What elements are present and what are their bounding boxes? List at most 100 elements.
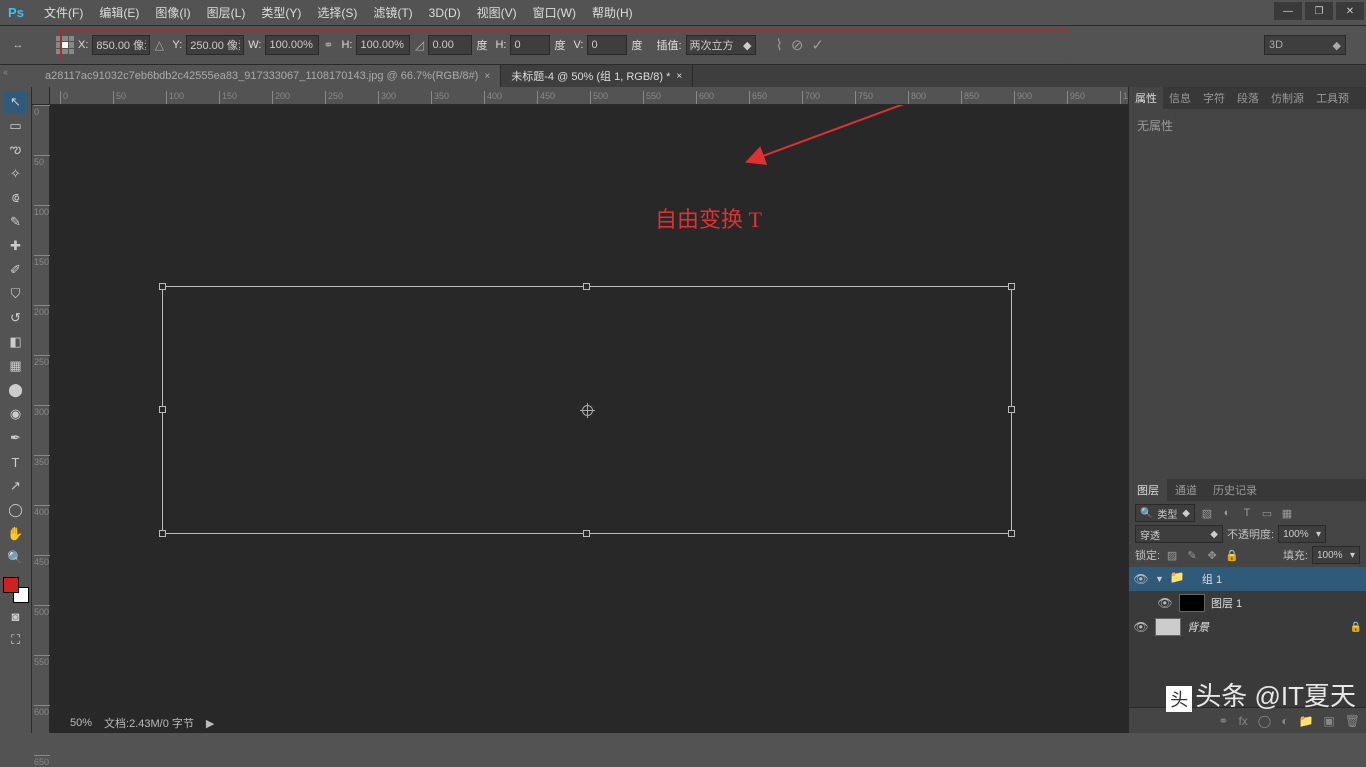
props-tab-paragraph[interactable]: 段落 — [1231, 87, 1265, 109]
filter-smart-icon[interactable]: ▦ — [1279, 505, 1295, 521]
stamp-tool-icon[interactable]: ⛉ — [4, 283, 28, 305]
layers-tab-layers[interactable]: 图层 — [1129, 479, 1167, 501]
menu-edit[interactable]: 编辑(E) — [91, 0, 147, 25]
filter-shape-icon[interactable]: ▭ — [1259, 505, 1275, 521]
brush-tool-icon[interactable]: ✐ — [4, 259, 28, 281]
foreground-color[interactable] — [3, 577, 19, 593]
link-layers-icon[interactable]: ⚭ — [1218, 714, 1228, 728]
toolbar-collapse[interactable]: « — [0, 65, 11, 78]
menu-3d[interactable]: 3D(D) — [421, 2, 469, 24]
h-input[interactable] — [356, 35, 410, 55]
filter-type-icon[interactable]: T — [1239, 505, 1255, 521]
screen-mode-icon[interactable]: ⛶ — [4, 629, 28, 651]
eyedropper-tool-icon[interactable]: ✎ — [4, 211, 28, 233]
doc-tab-1[interactable]: 未标题-4 @ 50% (组 1, RGB/8) *× — [501, 65, 693, 87]
interp-select[interactable]: 两次立方◆ — [686, 35, 756, 55]
minimize-button[interactable]: — — [1274, 2, 1302, 20]
layers-tab-history[interactable]: 历史记录 — [1205, 479, 1265, 501]
transform-handle-tr[interactable] — [1008, 283, 1015, 290]
opacity-input[interactable]: 100%▾ — [1278, 525, 1326, 543]
transform-handle-tm[interactable] — [583, 283, 590, 290]
y-input[interactable] — [186, 35, 244, 55]
path-select-tool-icon[interactable]: ↗ — [4, 475, 28, 497]
layer-thumbnail[interactable] — [1155, 618, 1181, 636]
transform-handle-mr[interactable] — [1008, 406, 1015, 413]
marquee-tool-icon[interactable]: ▭ — [4, 115, 28, 137]
menu-file[interactable]: 文件(F) — [36, 0, 91, 25]
w-input[interactable] — [265, 35, 319, 55]
link-icon[interactable]: ⚭ — [319, 36, 337, 54]
menu-select[interactable]: 选择(S) — [309, 0, 365, 25]
gradient-tool-icon[interactable]: ▦ — [4, 355, 28, 377]
close-icon[interactable]: × — [484, 71, 490, 82]
menu-view[interactable]: 视图(V) — [469, 0, 525, 25]
close-icon[interactable]: × — [676, 71, 682, 82]
move-tool-icon[interactable]: ↖ — [4, 91, 28, 113]
new-layer-icon[interactable]: ▣ — [1323, 714, 1334, 728]
commit-transform-icon[interactable]: ✓ — [811, 36, 824, 54]
menu-help[interactable]: 帮助(H) — [584, 0, 641, 25]
expand-icon[interactable]: ▼ — [1155, 574, 1164, 584]
fx-icon[interactable]: fx — [1238, 714, 1247, 728]
eraser-tool-icon[interactable]: ◧ — [4, 331, 28, 353]
props-tab-preset[interactable]: 工具预 — [1310, 87, 1355, 109]
reference-point-grid[interactable] — [56, 36, 74, 54]
status-arrow-icon[interactable]: ▶ — [206, 717, 214, 730]
props-tab-clone[interactable]: 仿制源 — [1265, 87, 1310, 109]
type-tool-icon[interactable]: T — [4, 451, 28, 473]
doc-tab-0[interactable]: a28117ac91032c7eb6bdb2c42555ea83_9173330… — [35, 65, 501, 87]
props-tab-properties[interactable]: 属性 — [1129, 87, 1163, 109]
fill-input[interactable]: 100%▾ — [1312, 546, 1360, 564]
layer-1[interactable]: 👁 图层 1 — [1129, 591, 1366, 615]
filter-pixel-icon[interactable]: ▧ — [1199, 505, 1215, 521]
color-swatches[interactable] — [3, 577, 29, 603]
crop-tool-icon[interactable]: ⟃ — [4, 187, 28, 209]
vertical-ruler[interactable]: 050100150200250300350400450500550600650 — [32, 105, 50, 733]
new-group-icon[interactable]: 📁 — [1298, 714, 1313, 728]
menu-layer[interactable]: 图层(L) — [199, 0, 254, 25]
layer-filter-kind[interactable]: 🔍 类型 ◆ — [1135, 504, 1195, 522]
lock-pixels-icon[interactable]: ✎ — [1184, 547, 1200, 563]
close-button[interactable]: ✕ — [1336, 2, 1364, 20]
filter-adjust-icon[interactable]: ◐ — [1219, 505, 1235, 521]
zoom-level[interactable]: 50% — [70, 717, 92, 729]
transform-handle-ml[interactable] — [159, 406, 166, 413]
menu-image[interactable]: 图像(I) — [147, 0, 198, 25]
lock-icon[interactable]: 🔒 — [1350, 622, 1362, 633]
delta-icon[interactable]: △ — [150, 36, 168, 54]
canvas[interactable]: 自由变换 T — [50, 105, 1128, 733]
transform-handle-bm[interactable] — [583, 530, 590, 537]
lock-position-icon[interactable]: ✥ — [1204, 547, 1220, 563]
shape-tool-icon[interactable]: ◯ — [4, 499, 28, 521]
visibility-icon[interactable]: 👁 — [1133, 620, 1149, 634]
warp-icon[interactable]: ⌇ — [776, 36, 783, 54]
history-brush-tool-icon[interactable]: ↺ — [4, 307, 28, 329]
visibility-icon[interactable]: 👁 — [1157, 596, 1173, 610]
mask-icon[interactable]: ◯ — [1258, 714, 1271, 728]
layer-background[interactable]: 👁 背景 🔒 — [1129, 615, 1366, 639]
props-tab-info[interactable]: 信息 — [1163, 87, 1197, 109]
hand-tool-icon[interactable]: ✋ — [4, 523, 28, 545]
zoom-tool-icon[interactable]: 🔍 — [4, 547, 28, 569]
lock-transparent-icon[interactable]: ▨ — [1164, 547, 1180, 563]
menu-type[interactable]: 类型(Y) — [253, 0, 309, 25]
layer-thumbnail[interactable] — [1179, 594, 1205, 612]
doc-info[interactable]: 文档:2.43M/0 字节 — [104, 715, 194, 731]
delete-layer-icon[interactable]: 🗑 — [1345, 714, 1360, 728]
transform-handle-bl[interactable] — [159, 530, 166, 537]
transform-handle-br[interactable] — [1008, 530, 1015, 537]
blend-mode-select[interactable]: 穿透◆ — [1135, 525, 1223, 543]
rotate-input[interactable] — [428, 35, 472, 55]
quick-select-tool-icon[interactable]: ✧ — [4, 163, 28, 185]
transform-handle-tl[interactable] — [159, 283, 166, 290]
props-tab-character[interactable]: 字符 — [1197, 87, 1231, 109]
blur-tool-icon[interactable]: ⬤ — [4, 379, 28, 401]
dodge-tool-icon[interactable]: ◉ — [4, 403, 28, 425]
horizontal-ruler[interactable]: 0501001502002503003504004505005506006507… — [50, 87, 1128, 105]
skewv-input[interactable] — [587, 35, 627, 55]
adjustment-icon[interactable]: ◐ — [1281, 714, 1288, 728]
skewh-input[interactable] — [510, 35, 550, 55]
healing-tool-icon[interactable]: ✚ — [4, 235, 28, 257]
transform-tool-icon[interactable]: ↔ — [8, 35, 28, 55]
maximize-button[interactable]: ❐ — [1305, 2, 1333, 20]
